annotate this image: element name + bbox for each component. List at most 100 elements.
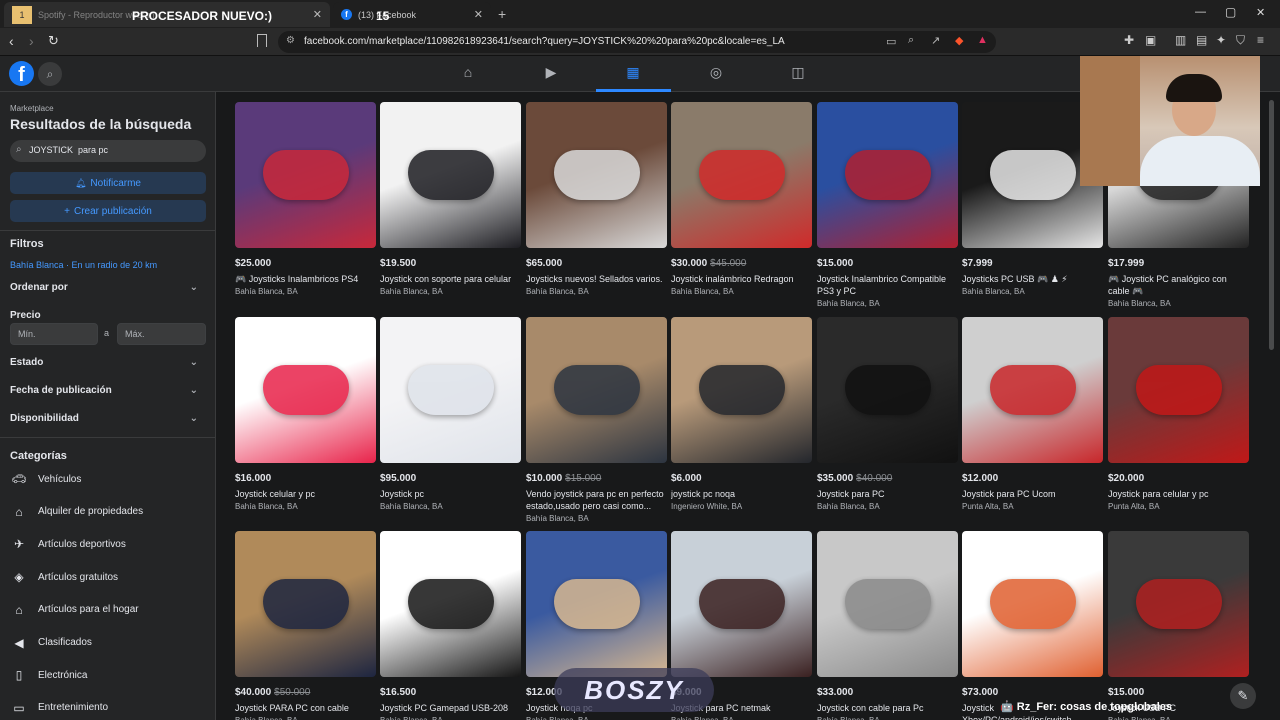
location-link[interactable]: Bahía Blanca · En un radio de 20 km bbox=[10, 260, 157, 270]
search-input[interactable]: ⌕ JOYSTICK para pc bbox=[10, 140, 206, 162]
category-item[interactable]: ✈︎ Artículos deportivos bbox=[10, 532, 206, 556]
close-tab-icon[interactable]: ✕ bbox=[474, 8, 483, 21]
sidebar-toggle-icon[interactable]: ▥ bbox=[1175, 33, 1186, 47]
tab-facebook[interactable]: f (13) Facebook 15 ✕ bbox=[333, 2, 491, 27]
category-item[interactable]: ⌂ Artículos para el hogar bbox=[10, 598, 206, 622]
create-listing-button[interactable]: + Crear publicación bbox=[10, 200, 206, 222]
listing-image[interactable] bbox=[235, 102, 376, 248]
listing-image[interactable] bbox=[380, 102, 521, 248]
maximize-button[interactable]: ▢ bbox=[1225, 5, 1236, 19]
listing-image[interactable] bbox=[817, 531, 958, 677]
availability-dropdown[interactable]: Disponibilidad ⌄ bbox=[10, 413, 206, 424]
compose-message-button[interactable]: ✎ bbox=[1230, 683, 1256, 709]
category-label: Artículos gratuitos bbox=[38, 571, 119, 583]
listing-image[interactable] bbox=[1108, 317, 1249, 463]
category-item[interactable]: ▭ Entretenimiento bbox=[10, 696, 206, 720]
listing-card[interactable]: $30.000 $45.000 Joystick inalámbrico Redra… bbox=[671, 102, 812, 317]
listing-image[interactable] bbox=[962, 531, 1103, 677]
extensions-icon[interactable]: ✚ bbox=[1124, 33, 1134, 47]
listing-card[interactable]: $20.000 Joystick para celular y pc Punta A… bbox=[1108, 317, 1249, 532]
brave-shield-icon[interactable]: ◆ bbox=[955, 34, 963, 47]
search-icon[interactable]: ⌕ bbox=[38, 62, 62, 86]
category-item[interactable]: 🚗︎ Vehículos bbox=[10, 467, 206, 491]
share-icon[interactable]: ↗ bbox=[931, 34, 940, 47]
listing-image[interactable] bbox=[817, 317, 958, 463]
video-icon[interactable]: ▶ bbox=[541, 64, 561, 84]
listing-card[interactable]: $95.000 Joystick pc Bahía Blanca, BA bbox=[380, 317, 521, 532]
listing-image[interactable] bbox=[1108, 531, 1249, 677]
rewards-icon[interactable]: ▲ bbox=[977, 34, 988, 46]
shirt-shape bbox=[1140, 136, 1260, 186]
vpn-icon[interactable]: ⛉ bbox=[1236, 33, 1245, 48]
listing-image[interactable] bbox=[235, 531, 376, 677]
new-tab-button[interactable]: + bbox=[498, 6, 506, 22]
listing-image[interactable] bbox=[962, 317, 1103, 463]
listing-card[interactable]: $12.000 Joystick para PC Ucom Punta Alta, … bbox=[962, 317, 1103, 532]
max-price-input[interactable]: Máx. bbox=[117, 323, 206, 345]
close-tab-icon[interactable]: ✕ bbox=[313, 8, 322, 21]
date-label: Fecha de publicación bbox=[10, 385, 112, 396]
chevron-down-icon: ⌄ bbox=[189, 413, 198, 424]
listing-card[interactable]: $10.000 $15.000 Vendo joystick para pc en … bbox=[526, 317, 667, 532]
marketplace-icon[interactable]: ▦ bbox=[623, 64, 643, 84]
sort-dropdown[interactable]: Ordenar por ⌄ bbox=[10, 282, 206, 293]
listing-image[interactable] bbox=[380, 317, 521, 463]
category-item[interactable]: ⌂ Alquiler de propiedades bbox=[10, 500, 206, 524]
groups-icon[interactable]: ◎ bbox=[706, 64, 726, 84]
site-info-icon[interactable]: ⚙ bbox=[286, 35, 295, 46]
listing-card[interactable]: $40.000 $50.000 Joystick PARA PC con cable… bbox=[235, 531, 376, 720]
listing-price-row: $15.000 bbox=[817, 258, 853, 269]
date-dropdown[interactable]: Fecha de publicación ⌄ bbox=[10, 385, 206, 396]
address-bar[interactable]: ⚙ facebook.com/marketplace/1109826189236… bbox=[278, 31, 996, 53]
listing-card[interactable]: $35.000 $40.000 Joystick para PC Bahía Blan… bbox=[817, 317, 958, 532]
min-price-placeholder: Mín. bbox=[18, 329, 36, 339]
listing-card[interactable]: $25.000 🎮 Joysticks Inalambricos PS4 Bahía… bbox=[235, 102, 376, 317]
reload-icon[interactable]: ↻ bbox=[48, 33, 59, 49]
minimize-button[interactable]: — bbox=[1195, 6, 1206, 18]
min-price-input[interactable]: Mín. bbox=[10, 323, 98, 345]
forward-icon[interactable]: › bbox=[29, 33, 34, 49]
listing-card[interactable]: $16.000 Joystick celular y pc Bahía Blanca… bbox=[235, 317, 376, 532]
listing-image[interactable] bbox=[671, 317, 812, 463]
listing-title: Joystick para celular y pc bbox=[1108, 489, 1209, 499]
close-window-button[interactable]: ✕ bbox=[1256, 6, 1265, 19]
listing-image[interactable] bbox=[235, 317, 376, 463]
listing-location: Bahía Blanca, BA bbox=[671, 287, 734, 296]
category-item[interactable]: ▯ Electrónica bbox=[10, 663, 206, 687]
wallet-icon[interactable]: ▣ bbox=[1145, 33, 1156, 47]
scrollbar[interactable] bbox=[1269, 100, 1274, 350]
listing-card[interactable]: $73.000 Joystick Xbox/PC/android/ios/swit… bbox=[962, 531, 1103, 720]
listing-image[interactable] bbox=[671, 102, 812, 248]
zoom-icon[interactable]: ⌕ bbox=[908, 34, 914, 47]
gaming-icon[interactable]: ◫ bbox=[788, 64, 808, 84]
listing-card[interactable]: $65.000 Joysticks nuevos! Sellados varios… bbox=[526, 102, 667, 317]
listing-image[interactable] bbox=[817, 102, 958, 248]
listing-image[interactable] bbox=[526, 102, 667, 248]
back-icon[interactable]: ‹ bbox=[9, 33, 14, 49]
cast-icon[interactable]: ▭ bbox=[886, 35, 896, 48]
home-icon[interactable]: ⌂ bbox=[458, 64, 478, 84]
listing-image[interactable] bbox=[526, 317, 667, 463]
listing-image[interactable] bbox=[671, 531, 812, 677]
listing-price-row: $12.000 bbox=[962, 473, 998, 484]
state-dropdown[interactable]: Estado ⌄ bbox=[10, 357, 206, 368]
bookmark-icon[interactable] bbox=[257, 34, 267, 47]
listing-card[interactable]: $16.500 Joystick PC Gamepad USB-208 Bahía … bbox=[380, 531, 521, 720]
facebook-logo-icon[interactable]: f bbox=[9, 61, 34, 86]
listing-price: $7.999 bbox=[962, 258, 993, 269]
listing-image[interactable] bbox=[380, 531, 521, 677]
reading-list-icon[interactable]: ▤ bbox=[1196, 33, 1207, 47]
menu-icon[interactable]: ≡ bbox=[1257, 33, 1264, 47]
notify-button[interactable]: 🔔︎ Notificarme bbox=[10, 172, 206, 194]
listing-card[interactable]: $6.000 joystick pc noqa Ingeniero White, B… bbox=[671, 317, 812, 532]
listing-card[interactable]: $15.000 Joystick Inalambrico Compatible P… bbox=[817, 102, 958, 317]
listing-card[interactable]: $33.000 Joystick con cable para Pc Bahía B… bbox=[817, 531, 958, 720]
listing-card[interactable]: $15.000Joystick USB PCBahía Blanca, BA bbox=[1108, 531, 1249, 720]
category-item[interactable]: ◀ Clasificados bbox=[10, 631, 206, 655]
tab-spotify[interactable]: 1 Spotify - Reproductor web: m PROCESADO… bbox=[4, 2, 330, 27]
category-item[interactable]: ◈ Artículos gratuitos bbox=[10, 565, 206, 589]
leo-icon[interactable]: ✦ bbox=[1216, 33, 1226, 47]
listing-price: $17.999 bbox=[1108, 258, 1145, 269]
listing-card[interactable]: $19.500 Joystick con soporte para celular… bbox=[380, 102, 521, 317]
listing-image[interactable] bbox=[526, 531, 667, 677]
